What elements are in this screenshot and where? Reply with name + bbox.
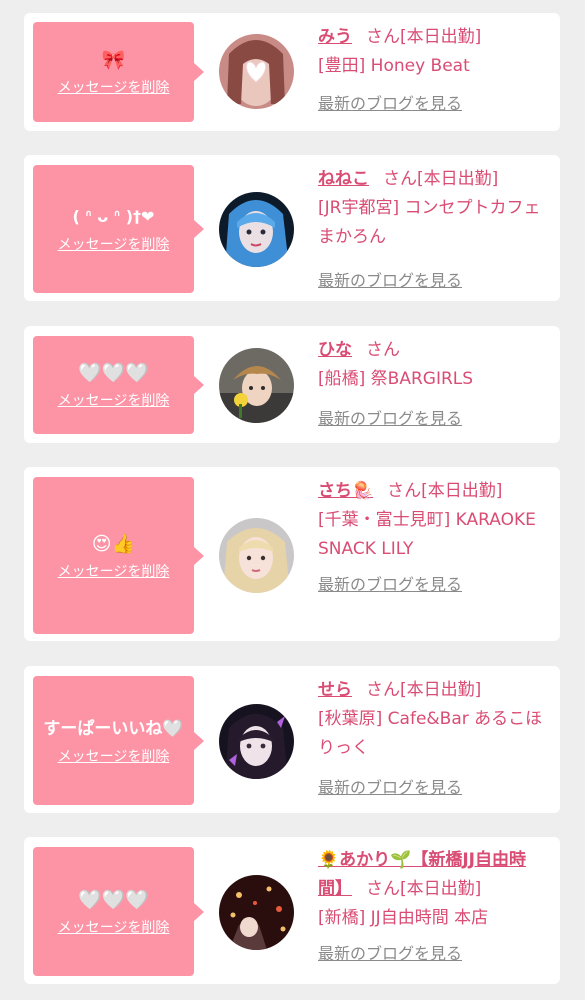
cast-info: 🌻あかり🌱【新橋JJ自由時間】 さん[本日出勤] [新橋] JJ自由時間 本店 最… bbox=[318, 846, 550, 968]
message-text: ( ᐢ ᴗ ᐢ )†❤ bbox=[72, 207, 155, 226]
message-card: 🤍🤍🤍 メッセージを削除 ひな さん [船橋] 祭BARGIRLS 最新のブログを… bbox=[24, 326, 560, 443]
message-bubble: 🎀 メッセージを削除 bbox=[33, 22, 204, 122]
message-bubble: 🤍🤍🤍 メッセージを削除 bbox=[33, 847, 204, 976]
avatar[interactable] bbox=[219, 518, 294, 593]
shop-name: [新橋] JJ自由時間 本店 bbox=[318, 908, 489, 928]
status-badge: [本日出勤] bbox=[421, 481, 503, 501]
delete-message-link[interactable]: メッセージを削除 bbox=[58, 746, 170, 766]
message-text: 🤍🤍🤍 bbox=[78, 362, 149, 384]
avatar[interactable] bbox=[219, 34, 294, 109]
cast-info: せら さん[本日出勤] [秋葉原] Cafe&Bar あるこほりっく 最新のブログ… bbox=[318, 676, 550, 802]
delete-message-link[interactable]: メッセージを削除 bbox=[58, 561, 170, 581]
message-text: 😍👍 bbox=[91, 532, 136, 555]
latest-blog-link[interactable]: 最新のブログを見る bbox=[318, 266, 550, 295]
honorific: さん bbox=[366, 27, 400, 47]
cast-info: さち🪼 さん[本日出勤] [千葉・富士見町] KARAOKE SNACK LILY… bbox=[318, 477, 550, 599]
message-list: 🎀 メッセージを削除 みう さん[本日出勤] [豊田] Honey Beat 最新… bbox=[0, 0, 585, 1000]
message-text: 🎀 bbox=[101, 49, 126, 71]
latest-blog-link[interactable]: 最新のブログを見る bbox=[318, 404, 550, 433]
honorific: さん bbox=[366, 879, 400, 899]
cast-name-link[interactable]: さち🪼 bbox=[318, 481, 373, 501]
status-badge: [本日出勤] bbox=[400, 879, 482, 899]
message-card: すーぱーいいね🤍 メッセージを削除 せら さん[本日出勤] [秋葉原] Cafe&… bbox=[24, 666, 560, 813]
avatar[interactable] bbox=[219, 704, 294, 779]
message-card: 🤍🤍🤍 メッセージを削除 🌻あかり🌱【新橋JJ自由時間】 さん[本日出勤] [新橋… bbox=[24, 837, 560, 984]
message-bubble: ( ᐢ ᴗ ᐢ )†❤ メッセージを削除 bbox=[33, 165, 204, 293]
latest-blog-link[interactable]: 最新のブログを見る bbox=[318, 570, 550, 599]
cast-info: ひな さん [船橋] 祭BARGIRLS 最新のブログを見る bbox=[318, 336, 550, 433]
delete-message-link[interactable]: メッセージを削除 bbox=[58, 77, 170, 97]
honorific: さん bbox=[383, 169, 417, 189]
message-text: 🤍🤍🤍 bbox=[78, 888, 149, 911]
honorific: さん bbox=[366, 340, 400, 360]
avatar[interactable] bbox=[219, 348, 294, 423]
honorific: さん bbox=[366, 680, 400, 700]
latest-blog-link[interactable]: 最新のブログを見る bbox=[318, 939, 550, 968]
message-card: 🎀 メッセージを削除 みう さん[本日出勤] [豊田] Honey Beat 最新… bbox=[24, 13, 560, 131]
status-badge: [本日出勤] bbox=[400, 680, 482, 700]
avatar[interactable] bbox=[219, 875, 294, 950]
status-badge: [本日出勤] bbox=[400, 27, 482, 47]
cast-name-link[interactable]: ひな bbox=[318, 340, 352, 360]
honorific: さん bbox=[387, 481, 422, 501]
shop-name: [秋葉原] Cafe&Bar あるこほりっく bbox=[318, 709, 543, 758]
cast-info: ねねこ さん[本日出勤] [JR宇都宮] コンセプトカフェ まかろん 最新のブログ… bbox=[318, 165, 550, 295]
delete-message-link[interactable]: メッセージを削除 bbox=[58, 917, 170, 937]
avatar[interactable] bbox=[219, 192, 294, 267]
shop-name: [千葉・富士見町] KARAOKE SNACK LILY bbox=[318, 510, 536, 559]
latest-blog-link[interactable]: 最新のブログを見る bbox=[318, 773, 550, 802]
latest-blog-link[interactable]: 最新のブログを見る bbox=[318, 89, 550, 118]
delete-message-link[interactable]: メッセージを削除 bbox=[58, 234, 170, 254]
message-bubble: すーぱーいいね🤍 メッセージを削除 bbox=[33, 676, 204, 805]
shop-name: [船橋] 祭BARGIRLS bbox=[318, 369, 474, 389]
cast-info: みう さん[本日出勤] [豊田] Honey Beat 最新のブログを見る bbox=[318, 23, 550, 118]
cast-name-link[interactable]: みう bbox=[318, 27, 352, 47]
message-card: ( ᐢ ᴗ ᐢ )†❤ メッセージを削除 ねねこ さん[本日出勤] [JR宇都宮]… bbox=[24, 155, 560, 301]
cast-name-link[interactable]: せら bbox=[318, 680, 352, 700]
shop-name: [豊田] Honey Beat bbox=[318, 56, 470, 76]
message-card: 😍👍 メッセージを削除 さち🪼 さん[本日出勤] [千葉・富士見町] KARAOK… bbox=[24, 467, 560, 641]
delete-message-link[interactable]: メッセージを削除 bbox=[58, 390, 170, 410]
shop-name: [JR宇都宮] コンセプトカフェ まかろん bbox=[318, 198, 541, 247]
message-bubble: 🤍🤍🤍 メッセージを削除 bbox=[33, 336, 204, 434]
message-bubble: 😍👍 メッセージを削除 bbox=[33, 477, 204, 634]
message-text: すーぱーいいね🤍 bbox=[43, 718, 184, 739]
status-badge: [本日出勤] bbox=[417, 169, 499, 189]
cast-name-link[interactable]: ねねこ bbox=[318, 169, 369, 189]
